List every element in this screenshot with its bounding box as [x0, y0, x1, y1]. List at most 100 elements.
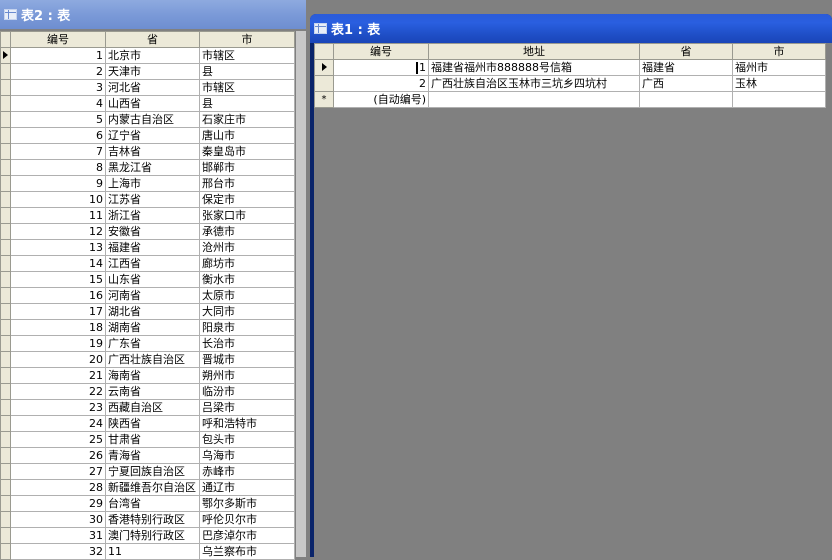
- table2-col-header[interactable]: 市: [199, 31, 295, 48]
- table-cell[interactable]: 25: [10, 431, 106, 448]
- table-cell[interactable]: 县: [199, 95, 295, 112]
- table-cell[interactable]: 16: [10, 287, 106, 304]
- table1-titlebar[interactable]: 表1 : 表: [310, 14, 832, 43]
- row-selector[interactable]: [0, 463, 11, 480]
- table-cell[interactable]: 内蒙古自治区: [105, 111, 200, 128]
- row-selector[interactable]: [0, 367, 11, 384]
- table-cell[interactable]: 辽宁省: [105, 127, 200, 144]
- table-cell[interactable]: [639, 91, 733, 108]
- table-cell[interactable]: 甘肃省: [105, 431, 200, 448]
- row-selector[interactable]: [314, 75, 334, 92]
- table-cell[interactable]: 临汾市: [199, 383, 295, 400]
- table-row[interactable]: 18 湖南省 阳泉市: [0, 319, 295, 336]
- row-selector[interactable]: [0, 63, 11, 80]
- row-selector[interactable]: [0, 111, 11, 128]
- table-row[interactable]: 24 陕西省 呼和浩特市: [0, 415, 295, 432]
- table-row[interactable]: 17 湖北省 大同市: [0, 303, 295, 320]
- table-cell[interactable]: 27: [10, 463, 106, 480]
- row-selector[interactable]: [0, 495, 11, 512]
- table-cell[interactable]: 14: [10, 255, 106, 272]
- table-cell[interactable]: 广西: [639, 75, 733, 92]
- table-cell[interactable]: 10: [10, 191, 106, 208]
- row-selector[interactable]: [0, 255, 11, 272]
- row-selector[interactable]: [0, 511, 11, 528]
- table-cell[interactable]: 沧州市: [199, 239, 295, 256]
- table-row[interactable]: 22 云南省 临汾市: [0, 383, 295, 400]
- table-cell[interactable]: 通辽市: [199, 479, 295, 496]
- table-cell[interactable]: 24: [10, 415, 106, 432]
- table-cell[interactable]: 32: [10, 543, 106, 560]
- table-cell[interactable]: 30: [10, 511, 106, 528]
- table-cell[interactable]: 县: [199, 63, 295, 80]
- row-selector[interactable]: [0, 399, 11, 416]
- table-cell[interactable]: 河北省: [105, 79, 200, 96]
- row-selector[interactable]: [0, 287, 11, 304]
- table-cell[interactable]: 广西壮族自治区玉林市三坑乡四坑村: [428, 75, 640, 92]
- table-cell[interactable]: 安徽省: [105, 223, 200, 240]
- table-cell[interactable]: 海南省: [105, 367, 200, 384]
- table-cell[interactable]: 石家庄市: [199, 111, 295, 128]
- table-row[interactable]: 21 海南省 朔州市: [0, 367, 295, 384]
- table-row[interactable]: 11 浙江省 张家口市: [0, 207, 295, 224]
- current-record-arrow-icon[interactable]: [314, 59, 334, 76]
- table1-col-header[interactable]: 省: [639, 43, 733, 60]
- table2-col-header[interactable]: 编号: [10, 31, 106, 48]
- table-cell[interactable]: 阳泉市: [199, 319, 295, 336]
- row-selector[interactable]: [0, 143, 11, 160]
- table-cell[interactable]: 张家口市: [199, 207, 295, 224]
- table-cell[interactable]: 12: [10, 223, 106, 240]
- table-cell[interactable]: 晋城市: [199, 351, 295, 368]
- table-cell[interactable]: 新疆维吾尔自治区: [105, 479, 200, 496]
- row-selector[interactable]: [0, 431, 11, 448]
- table-row[interactable]: 25 甘肃省 包头市: [0, 431, 295, 448]
- table-cell[interactable]: 大同市: [199, 303, 295, 320]
- table-cell[interactable]: 陕西省: [105, 415, 200, 432]
- table-cell[interactable]: [732, 91, 826, 108]
- table-cell[interactable]: 4: [10, 95, 106, 112]
- table-cell[interactable]: 澳门特别行政区: [105, 527, 200, 544]
- table-cell[interactable]: 天津市: [105, 63, 200, 80]
- table-cell[interactable]: 31: [10, 527, 106, 544]
- table-cell[interactable]: 上海市: [105, 175, 200, 192]
- table-row[interactable]: 16 河南省 太原市: [0, 287, 295, 304]
- table-cell[interactable]: 2: [333, 75, 429, 92]
- table-row[interactable]: 27 宁夏回族自治区 赤峰市: [0, 463, 295, 480]
- table-row[interactable]: 29 台湾省 鄂尔多斯市: [0, 495, 295, 512]
- row-selector[interactable]: [0, 319, 11, 336]
- new-record-row[interactable]: * (自动编号): [314, 91, 826, 108]
- table-cell[interactable]: 乌兰察布市: [199, 543, 295, 560]
- table-cell[interactable]: 湖南省: [105, 319, 200, 336]
- row-selector[interactable]: [0, 351, 11, 368]
- table-cell[interactable]: 呼伦贝尔市: [199, 511, 295, 528]
- table-cell[interactable]: 28: [10, 479, 106, 496]
- table-cell[interactable]: 秦皇岛市: [199, 143, 295, 160]
- row-selector[interactable]: [0, 79, 11, 96]
- table-row[interactable]: 9 上海市 邢台市: [0, 175, 295, 192]
- table1-col-header[interactable]: 编号: [333, 43, 429, 60]
- table-row[interactable]: 32 11 乌兰察布市: [0, 543, 295, 560]
- row-selector[interactable]: [0, 335, 11, 352]
- table-cell[interactable]: 廊坊市: [199, 255, 295, 272]
- table-cell[interactable]: 邢台市: [199, 175, 295, 192]
- table-row[interactable]: 28 新疆维吾尔自治区 通辽市: [0, 479, 295, 496]
- table-cell[interactable]: 福州市: [732, 59, 826, 76]
- table-row[interactable]: 26 青海省 乌海市: [0, 447, 295, 464]
- table-cell[interactable]: 21: [10, 367, 106, 384]
- table-cell[interactable]: 吉林省: [105, 143, 200, 160]
- table-cell[interactable]: 江西省: [105, 255, 200, 272]
- table-cell[interactable]: 承德市: [199, 223, 295, 240]
- row-selector[interactable]: [0, 207, 11, 224]
- table-cell[interactable]: 鄂尔多斯市: [199, 495, 295, 512]
- table-cell[interactable]: 山西省: [105, 95, 200, 112]
- row-selector[interactable]: [0, 175, 11, 192]
- table-cell[interactable]: 11: [105, 543, 200, 560]
- table-row[interactable]: 13 福建省 沧州市: [0, 239, 295, 256]
- table-cell[interactable]: 宁夏回族自治区: [105, 463, 200, 480]
- table-row[interactable]: 2 广西壮族自治区玉林市三坑乡四坑村 广西 玉林: [314, 75, 826, 92]
- table1-col-header[interactable]: 地址: [428, 43, 640, 60]
- table2-titlebar[interactable]: 表2 : 表: [0, 0, 306, 29]
- table-cell[interactable]: 2: [10, 63, 106, 80]
- table-row[interactable]: 23 西藏自治区 吕梁市: [0, 399, 295, 416]
- table-cell[interactable]: 邯郸市: [199, 159, 295, 176]
- table-cell[interactable]: 11: [10, 207, 106, 224]
